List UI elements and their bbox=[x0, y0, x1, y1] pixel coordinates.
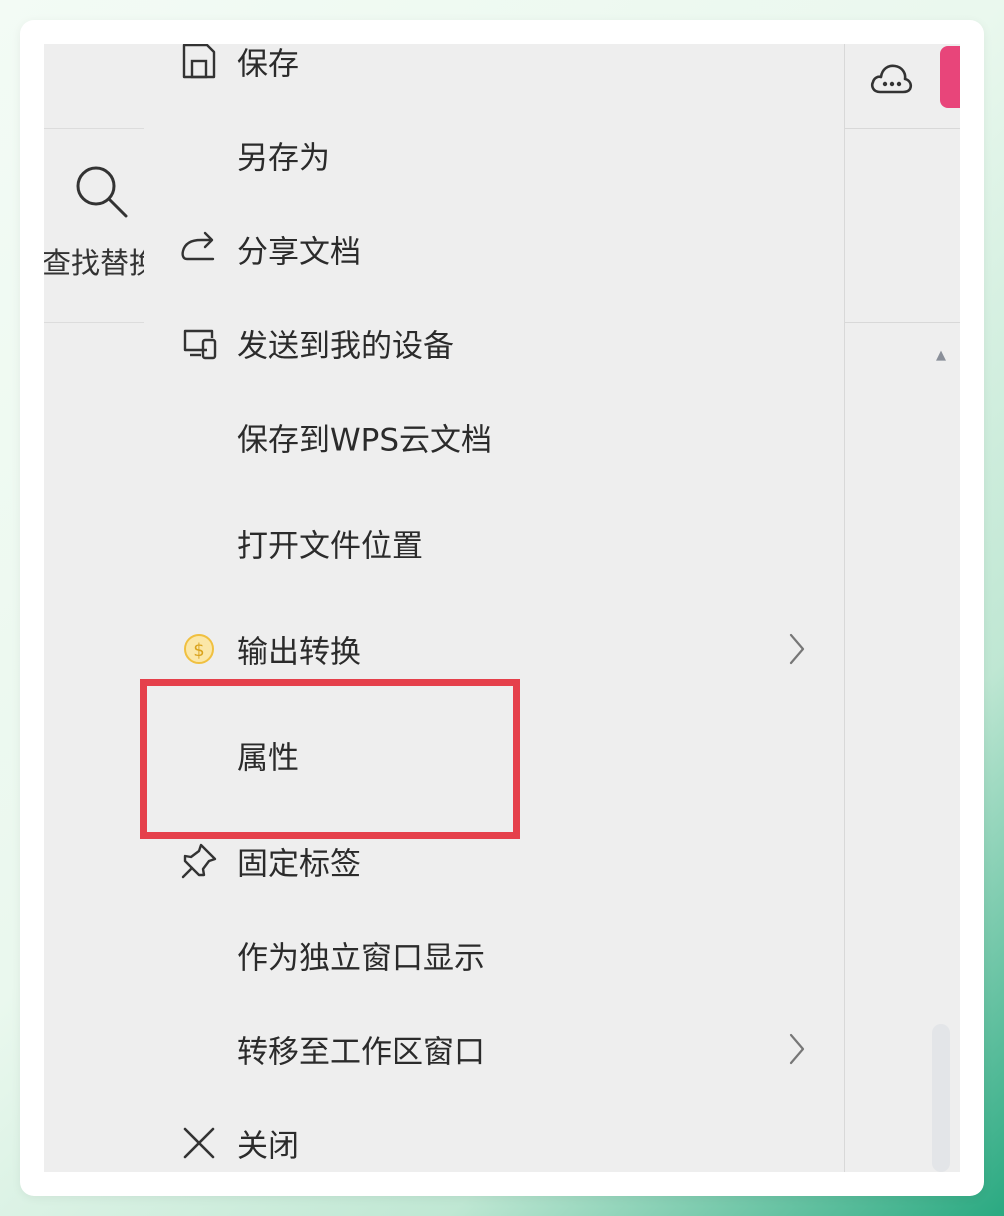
find-replace-label[interactable]: 查找替换 bbox=[44, 240, 144, 280]
device-icon bbox=[178, 322, 220, 364]
scroll-up-icon[interactable]: ▲ bbox=[936, 348, 946, 363]
menu-item-open-file-location[interactable]: 打开文件位置 bbox=[144, 496, 844, 590]
wps-context-menu-screenshot: 查找替换 ▲ 保存 另存为 分享文档 发送到我的设备 保存到WPS云文档 打开文… bbox=[44, 44, 960, 1172]
file-tab-context-menu: 保存 另存为 分享文档 发送到我的设备 保存到WPS云文档 打开文件位置 $ 输… bbox=[144, 44, 844, 1172]
divider bbox=[844, 128, 960, 129]
menu-item-separate-window[interactable]: 作为独立窗口显示 bbox=[144, 908, 844, 1002]
svg-text:$: $ bbox=[193, 640, 204, 661]
coin-icon: $ bbox=[178, 628, 220, 670]
search-icon[interactable] bbox=[72, 162, 130, 220]
cloud-icon[interactable] bbox=[868, 56, 914, 102]
menu-item-label: 关闭 bbox=[237, 1128, 299, 1165]
menu-item-save-to-cloud[interactable]: 保存到WPS云文档 bbox=[144, 390, 844, 484]
menu-item-label: 输出转换 bbox=[237, 634, 361, 671]
close-icon bbox=[178, 1122, 220, 1164]
chevron-right-icon bbox=[789, 1033, 805, 1065]
menu-item-save-as[interactable]: 另存为 bbox=[144, 108, 844, 202]
divider bbox=[844, 44, 845, 1172]
pin-icon bbox=[178, 840, 220, 882]
ribbon-right-area bbox=[844, 44, 960, 1172]
divider bbox=[844, 322, 960, 323]
menu-item-move-to-workspace[interactable]: 转移至工作区窗口 bbox=[144, 1002, 844, 1096]
menu-item-label: 保存 bbox=[237, 46, 299, 83]
menu-item-label: 另存为 bbox=[237, 140, 330, 177]
menu-item-share[interactable]: 分享文档 bbox=[144, 202, 844, 296]
menu-item-label: 打开文件位置 bbox=[237, 528, 423, 565]
menu-item-label: 发送到我的设备 bbox=[237, 328, 454, 365]
divider bbox=[44, 128, 144, 129]
menu-item-send-to-device[interactable]: 发送到我的设备 bbox=[144, 296, 844, 390]
chevron-right-icon bbox=[789, 633, 805, 665]
save-icon bbox=[178, 44, 220, 82]
menu-item-close[interactable]: 关闭 bbox=[144, 1096, 844, 1172]
menu-item-label: 固定标签 bbox=[237, 846, 361, 883]
menu-item-label: 作为独立窗口显示 bbox=[237, 940, 485, 977]
scrollbar-thumb[interactable] bbox=[932, 1024, 950, 1172]
menu-item-save[interactable]: 保存 bbox=[144, 44, 844, 108]
ribbon-left-strip: 查找替换 bbox=[44, 44, 144, 324]
menu-item-label: 保存到WPS云文档 bbox=[237, 422, 493, 459]
highlight-box bbox=[140, 679, 520, 839]
avatar[interactable] bbox=[940, 46, 960, 108]
menu-item-label: 转移至工作区窗口 bbox=[237, 1034, 485, 1071]
menu-item-label: 分享文档 bbox=[237, 234, 361, 271]
share-icon bbox=[178, 228, 220, 270]
divider bbox=[44, 322, 144, 323]
